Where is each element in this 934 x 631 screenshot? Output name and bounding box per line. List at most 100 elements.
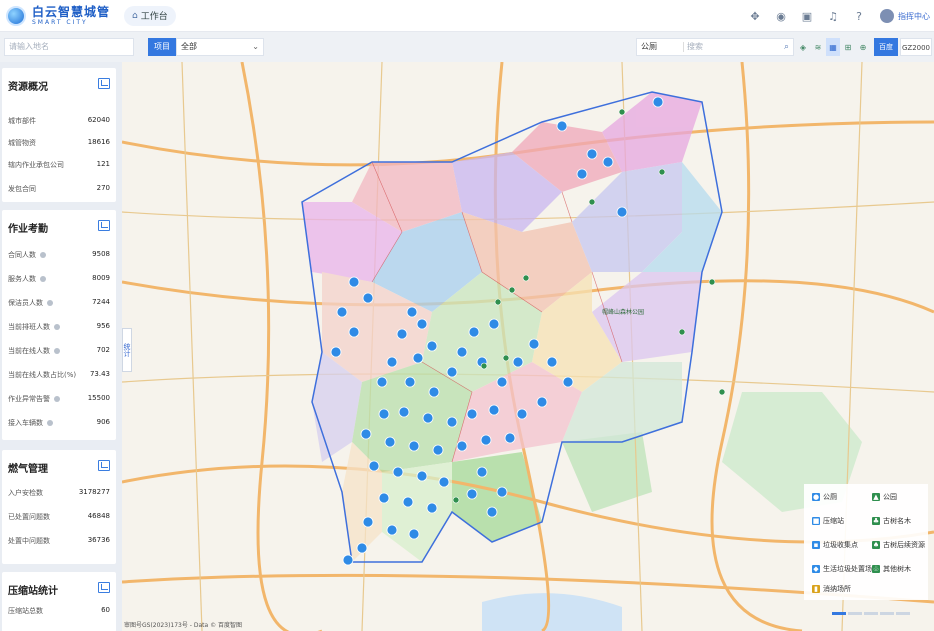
chart-icon[interactable] xyxy=(98,220,110,231)
info-icon[interactable] xyxy=(54,324,60,330)
stat-value: 36736 xyxy=(87,536,110,544)
avatar[interactable] xyxy=(880,9,894,23)
stat-label: 接入车辆数 xyxy=(8,418,53,428)
stat-label: 处置中问题数 xyxy=(8,537,50,545)
stat-label: 城市部件 xyxy=(8,117,36,125)
stat-label: 当前在线人数占比(%) xyxy=(8,371,77,379)
stat-row: 服务人数 8009 xyxy=(8,274,110,286)
info-icon[interactable] xyxy=(40,252,46,258)
stat-value: 3178277 xyxy=(78,488,110,496)
legend-pager xyxy=(832,612,912,615)
other-tree-icon: ♧ xyxy=(872,565,880,573)
stats-toggle-tab[interactable]: 统计 xyxy=(122,328,132,372)
stat-label: 作业异常告警 xyxy=(8,394,60,404)
pager-dot[interactable] xyxy=(880,612,894,615)
legend-label: 公园 xyxy=(883,493,897,501)
bell-icon[interactable]: ♫ xyxy=(821,4,845,28)
map-mode-icon[interactable]: ▦ xyxy=(826,38,840,56)
legend-item-park[interactable]: ▲ 公园 xyxy=(872,492,897,502)
stat-value: 702 xyxy=(96,346,110,354)
search-icon[interactable]: ⌕ xyxy=(784,39,789,55)
place-search-input[interactable]: 请输入地名 xyxy=(4,38,134,56)
facility-search-input[interactable]: 搜索 xyxy=(687,39,703,55)
map-attribution: 审图号GS(2023)173号 - Data © 百度智图 xyxy=(124,622,242,629)
tree-reserve-icon: ♠ xyxy=(872,541,880,549)
username[interactable]: 指挥中心 xyxy=(898,11,930,22)
stat-row: 发包合同 270 xyxy=(8,184,110,196)
stat-row: 当前在线人数占比(%) 73.43 xyxy=(8,370,110,382)
stat-value: 906 xyxy=(96,418,110,426)
stat-value: 73.43 xyxy=(89,370,110,378)
stat-label: 入户安检数 xyxy=(8,489,43,497)
park-icon: ▲ xyxy=(872,493,880,501)
zoom-icon[interactable]: ⊕ xyxy=(856,38,870,56)
compress-card: 压缩站统计 压缩站总数 60 xyxy=(2,572,116,631)
stat-row: 当前排班人数 956 xyxy=(8,322,110,334)
eye-icon[interactable]: ◉ xyxy=(769,4,793,28)
facility-search[interactable]: 公厕 搜索 ⌕ xyxy=(636,38,794,56)
facility-category[interactable]: 公厕 xyxy=(641,39,657,55)
legend-item-disposal[interactable]: ◆ 生活垃圾处置场 xyxy=(812,564,872,574)
layer-icon[interactable]: ◈ xyxy=(796,38,810,56)
home-icon: ⌂ xyxy=(132,10,138,21)
measure-icon[interactable]: ⊞ xyxy=(841,38,855,56)
gz2000-button[interactable]: GZ2000 xyxy=(900,38,932,56)
legend-item-compress[interactable]: ■ 压缩站 xyxy=(812,516,844,526)
info-icon[interactable] xyxy=(54,396,60,402)
stat-label: 当前排班人数 xyxy=(8,322,60,332)
info-icon[interactable] xyxy=(47,420,53,426)
stat-value: 46848 xyxy=(87,512,110,520)
stat-label: 合同人数 xyxy=(8,250,46,260)
disposal-site-icon: ◆ xyxy=(812,565,820,573)
stat-label: 保洁员人数 xyxy=(8,298,53,308)
apps-icon[interactable]: ✥ xyxy=(743,4,767,28)
legend-item-landfill[interactable]: ▮ 消纳场所 xyxy=(812,584,851,594)
stat-label: 城管物资 xyxy=(8,139,36,147)
pager-dot[interactable] xyxy=(848,612,862,615)
stat-value: 8009 xyxy=(92,274,110,282)
stat-label: 发包合同 xyxy=(8,185,36,193)
chart-icon[interactable] xyxy=(98,78,110,89)
garbage-point-icon: ▪ xyxy=(812,541,820,549)
stat-value: 9508 xyxy=(92,250,110,258)
info-icon[interactable] xyxy=(54,348,60,354)
workbench-button[interactable]: ⌂ 工作台 xyxy=(124,5,176,26)
stat-value: 15500 xyxy=(87,394,110,402)
top-header: 白云智慧城管 SMART CITY ⌂ 工作台 ✥ ◉ ▣ ♫ ? 指挥中心 xyxy=(0,0,934,32)
logo[interactable]: 白云智慧城管 SMART CITY xyxy=(6,5,110,26)
stack-icon[interactable]: ≋ xyxy=(811,38,825,56)
stat-label: 当前在线人数 xyxy=(8,346,60,356)
gas-card: 燃气管理 入户安检数 3178277 已处置问题数 46848 处置中问题数 3… xyxy=(2,450,116,564)
map-toolbar: 请输入地名 项目 全部 ⌄ 公厕 搜索 ⌕ ◈ ≋ ▦ ⊞ ⊕ 百度 GZ200… xyxy=(0,34,934,60)
search-divider xyxy=(683,42,684,52)
pager-dot[interactable] xyxy=(896,612,910,615)
legend-item-garbage[interactable]: ▪ 垃圾收集点 xyxy=(812,540,858,550)
chevron-down-icon: ⌄ xyxy=(252,42,259,51)
stat-row: 城市部件 62040 xyxy=(8,116,110,128)
legend-item-tree-reserve[interactable]: ♠ 古树后续资源 xyxy=(872,540,925,550)
map-tools: ◈ ≋ ▦ ⊞ ⊕ xyxy=(796,38,871,56)
info-icon[interactable] xyxy=(47,300,53,306)
app-root: 白云智慧城管 SMART CITY ⌂ 工作台 ✥ ◉ ▣ ♫ ? 指挥中心 请… xyxy=(0,0,934,631)
stat-value: 60 xyxy=(101,606,110,614)
chart-icon[interactable] xyxy=(98,582,110,593)
pager-dot-active[interactable] xyxy=(832,612,846,615)
info-icon[interactable] xyxy=(40,276,46,282)
chart-icon[interactable] xyxy=(98,460,110,471)
pager-dot[interactable] xyxy=(864,612,878,615)
stat-value: 121 xyxy=(96,160,110,168)
logo-subtitle: SMART CITY xyxy=(32,18,88,26)
legend-item-old-tree[interactable]: ♣ 古树名木 xyxy=(872,516,911,526)
project-label-button[interactable]: 项目 xyxy=(148,38,176,56)
resource-card: 资源概况 城市部件 62040 城管物资 18616 辖内作业承包公司 121 … xyxy=(2,68,116,202)
stat-row: 入户安检数 3178277 xyxy=(8,488,110,500)
screen-icon[interactable]: ▣ xyxy=(795,4,819,28)
project-select[interactable]: 全部 ⌄ xyxy=(176,38,264,56)
stat-value: 62040 xyxy=(87,116,110,124)
help-icon[interactable]: ? xyxy=(847,4,871,28)
baidu-map-button[interactable]: 百度 xyxy=(874,38,898,56)
legend-item-other-tree[interactable]: ♧ 其他树木 xyxy=(872,564,911,574)
legend-label: 其他树木 xyxy=(883,565,911,573)
legend-item-toilet[interactable]: ● 公厕 xyxy=(812,492,837,502)
header-actions: ✥ ◉ ▣ ♫ ? 指挥中心 xyxy=(742,0,930,32)
